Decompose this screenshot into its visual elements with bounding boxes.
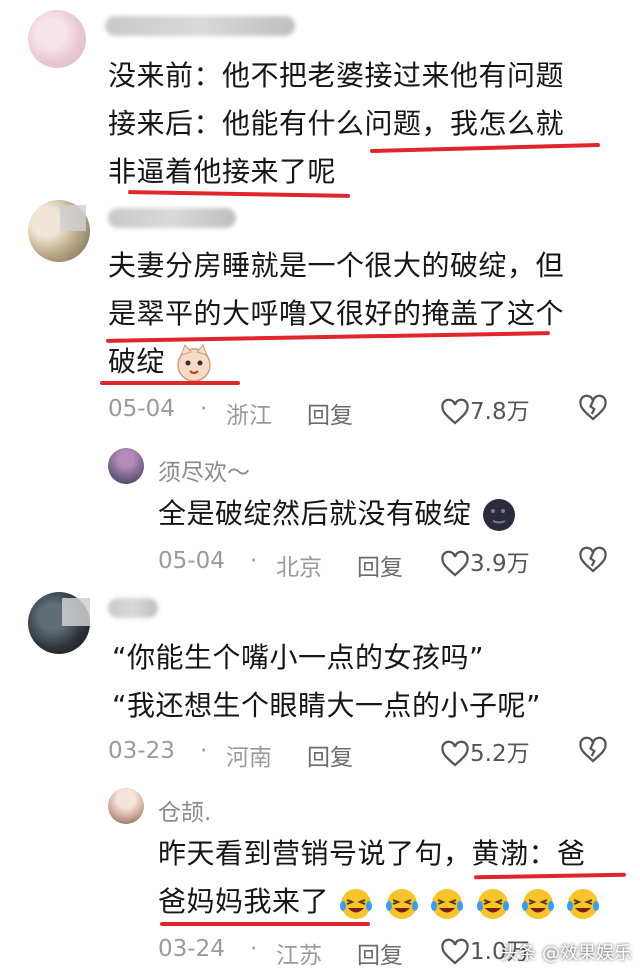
crying-laughing-emoji xyxy=(340,889,373,919)
reply-text: 全是破绽然后就没有破绽 xyxy=(158,490,517,538)
comment-line: 接来后：他能有什么问题，我怎么就 xyxy=(108,107,565,140)
reply-date: 05-04 xyxy=(158,548,225,574)
dot-separator: · xyxy=(200,396,208,422)
username-blurred xyxy=(108,208,236,228)
dot-separator: · xyxy=(250,936,258,962)
comment-date: 05-04 xyxy=(108,396,175,422)
avatar-mosaic xyxy=(60,205,86,231)
comment-location: 河南 xyxy=(226,745,272,771)
reply-button[interactable]: 回复 xyxy=(357,548,403,582)
dot-separator: · xyxy=(200,738,208,764)
username-blurred xyxy=(105,16,295,36)
like-count: 7.8万 xyxy=(470,399,530,425)
crying-laughing-emoji xyxy=(476,889,509,919)
crying-laughing-emoji-row xyxy=(338,879,601,927)
watermark: 头条 @效果娱乐 xyxy=(500,943,632,964)
reply-location: 北京 xyxy=(276,555,322,581)
heart-outline-icon xyxy=(441,938,469,964)
reply-line: 昨天看到营销号说了句，黄渤：爸 xyxy=(158,837,586,870)
reply-text-content: 全是破绽然后就没有破绽 xyxy=(158,497,472,530)
cat-emoji xyxy=(177,344,212,382)
like-count: 3.9万 xyxy=(470,551,530,577)
crying-laughing-emoji xyxy=(385,889,418,919)
red-underline xyxy=(100,381,240,385)
reply-button[interactable]: 回复 xyxy=(357,936,403,970)
comment-line: “你能生个嘴小一点的女孩吗” xyxy=(112,641,485,674)
crying-laughing-emoji xyxy=(431,889,464,919)
avatar[interactable] xyxy=(108,788,144,824)
heart-outline-icon xyxy=(441,550,469,576)
dot-separator: · xyxy=(250,548,258,574)
heart-outline-icon xyxy=(441,740,469,766)
reply-location: 江苏 xyxy=(276,943,322,969)
avatar[interactable] xyxy=(28,10,86,68)
reply-button[interactable]: 回复 xyxy=(307,738,353,772)
comment-text: 破绽 xyxy=(108,345,166,378)
reply-button[interactable]: 回复 xyxy=(307,396,353,430)
crying-laughing-emoji xyxy=(522,889,555,919)
red-underline xyxy=(160,922,370,926)
heart-outline-icon xyxy=(441,398,469,424)
like-count: 5.2万 xyxy=(470,741,530,767)
like-button[interactable]: 7.8万 xyxy=(440,392,530,428)
comment-line: 是翠平的大呼噜又很好的掩盖了这个 xyxy=(108,297,565,330)
like-button[interactable]: 5.2万 xyxy=(440,734,530,770)
comment-line: “我还想生个眼睛大一点的小子呢” xyxy=(112,689,542,722)
reply-text-content: 爸妈妈我来了 xyxy=(158,885,330,918)
broken-heart-icon[interactable] xyxy=(578,394,608,424)
reply-username[interactable]: 须尽欢～ xyxy=(158,453,250,487)
comment-line: 没来前：他不把老婆接过来他有问题 xyxy=(108,59,565,92)
broken-heart-icon[interactable] xyxy=(578,736,608,766)
reply-line: 爸妈妈我来了 xyxy=(158,878,601,927)
crying-laughing-emoji xyxy=(567,889,600,919)
like-button[interactable]: 3.9万 xyxy=(440,544,530,580)
comment-date: 03-23 xyxy=(108,738,175,764)
broken-heart-icon[interactable] xyxy=(578,546,608,576)
avatar-mosaic xyxy=(62,598,90,626)
username-blurred xyxy=(108,598,158,618)
comment-line: 夫妻分房睡就是一个很大的破绽，但 xyxy=(108,249,565,282)
comment-line: 非逼着他接来了呢 xyxy=(108,155,337,188)
new-moon-face-emoji xyxy=(482,499,515,531)
reply-username[interactable]: 仓颉. xyxy=(158,793,211,827)
comment-line: 破绽 xyxy=(108,338,214,386)
reply-date: 03-24 xyxy=(158,936,225,962)
comment-location: 浙江 xyxy=(226,403,272,429)
avatar[interactable] xyxy=(108,448,144,484)
